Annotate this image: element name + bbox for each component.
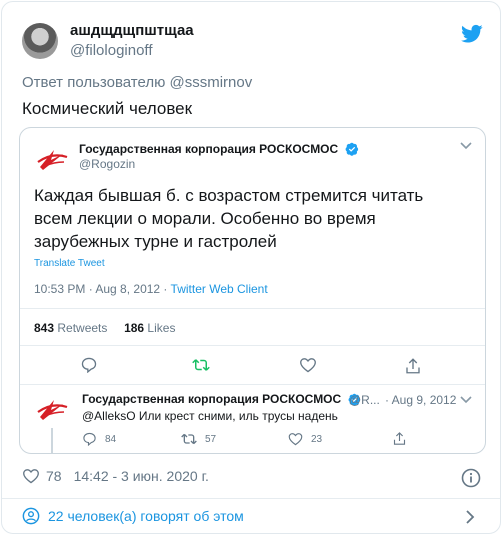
tweet-timestamp[interactable]: 14:42 - 3 июн. 2020 г. [74, 468, 209, 484]
tweet-likes-count: 78 [46, 468, 62, 484]
heart-icon [288, 433, 303, 446]
person-icon [22, 507, 40, 525]
reply-author-handle[interactable]: @R... [349, 393, 380, 407]
tweet-like-row[interactable]: 78 14:42 - 3 июн. 2020 г. [22, 468, 209, 484]
twitter-client-link[interactable]: Twitter Web Client [171, 282, 268, 296]
reply-icon [83, 432, 96, 446]
info-icon[interactable] [461, 468, 481, 488]
reply-author-name[interactable]: Государственная корпорация РОСКОСМОС [82, 392, 361, 406]
share-icon [406, 358, 420, 374]
roscosmos-logo-icon[interactable] [34, 390, 70, 426]
translate-tweet-link[interactable]: Translate Tweet [34, 258, 105, 269]
divider [20, 384, 485, 385]
share-button[interactable] [404, 357, 422, 375]
author-display-name[interactable]: ашдщдщпштщаа [70, 22, 194, 39]
quoted-text-line: зарубежных турне и гастролей [34, 232, 277, 251]
thread-line [51, 428, 53, 453]
reply-share-button[interactable] [392, 431, 407, 446]
quoted-tweet-meta: 10:53 PM · Aug 8, 2012 · Twitter Web Cli… [34, 282, 268, 296]
author-handle[interactable]: @filologinoff [70, 42, 153, 59]
reply-button[interactable] [80, 357, 98, 373]
quoted-tweet-time[interactable]: 10:53 PM · Aug 8, 2012 · [34, 282, 171, 296]
reply-retweets-count: 57 [205, 433, 217, 445]
reply-author-name-text: Государственная корпорация РОСКОСМОС [82, 392, 342, 406]
reply-date[interactable]: · Aug 9, 2012 [385, 393, 456, 407]
quoted-author-name-text: Государственная корпорация РОСКОСМОС [79, 142, 339, 156]
tweet-text: Космический человек [22, 99, 193, 118]
quoted-author-handle[interactable]: @Rogozin [79, 157, 135, 171]
quoted-tweet[interactable]: Государственная корпорация РОСКОСМОС @Ro… [19, 127, 486, 454]
author-avatar[interactable] [22, 23, 58, 59]
retweets-stat[interactable]: 843 Retweets [34, 321, 107, 335]
reply-like-button[interactable]: 23 [288, 432, 322, 446]
retweet-button[interactable] [192, 357, 210, 373]
chevron-down-icon[interactable] [459, 395, 473, 405]
verified-icon [345, 142, 358, 156]
reply-to-label[interactable]: Ответ пользователю @sssmirnov [22, 74, 252, 91]
people-talking-label: 22 человек(а) говорят об этом [48, 508, 244, 524]
quoted-author-name[interactable]: Государственная корпорация РОСКОСМОС [79, 142, 359, 156]
quoted-tweet-stats: 843 Retweets 186 Likes [34, 321, 175, 335]
embedded-tweet-card: ашдщдщпштщаа @filologinoff Ответ пользов… [1, 1, 501, 534]
retweet-icon [192, 359, 210, 371]
like-button[interactable] [299, 357, 317, 373]
heart-icon [300, 358, 316, 373]
quoted-tweet-text: Каждая бывшая б. с возрастом стремится ч… [34, 184, 474, 253]
quoted-text-line: всем лекции о морали. Особенно во время [34, 209, 376, 228]
chevron-right-icon[interactable] [465, 509, 475, 525]
reply-text: @AlleksO Или крест сними, иль трусы наде… [82, 409, 338, 423]
reply-replies-count: 84 [105, 433, 117, 445]
divider [20, 345, 485, 346]
reply-retweet-button[interactable]: 57 [181, 432, 216, 446]
divider [20, 308, 485, 309]
reply-icon [81, 357, 97, 373]
reply-reply-button[interactable]: 84 [82, 432, 116, 446]
roscosmos-logo-icon[interactable] [34, 140, 70, 176]
likes-stat[interactable]: 186 Likes [124, 321, 175, 335]
heart-icon [23, 469, 39, 484]
share-icon [393, 432, 406, 445]
twitter-bird-icon[interactable] [461, 24, 483, 44]
people-talking-link[interactable]: 22 человек(а) говорят об этом [22, 507, 244, 525]
divider [2, 498, 500, 499]
quoted-text-line: Каждая бывшая б. с возрастом стремится ч… [34, 186, 424, 205]
reply-likes-count: 23 [311, 433, 323, 445]
retweet-icon [181, 433, 197, 445]
chevron-down-icon[interactable] [459, 141, 473, 151]
